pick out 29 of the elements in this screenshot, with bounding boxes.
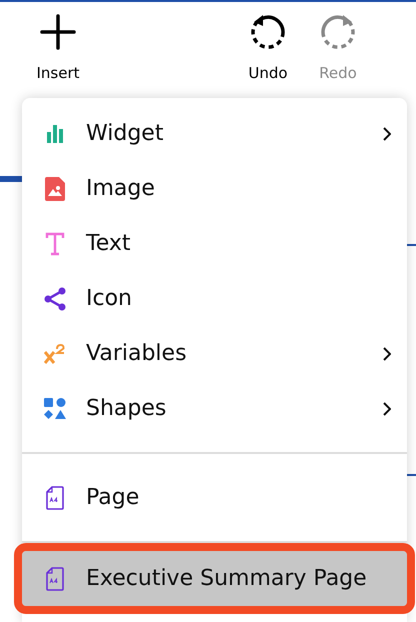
redo-icon <box>320 14 356 50</box>
menu-label: Text <box>86 230 132 258</box>
plus-icon <box>40 14 76 50</box>
menu-label: Variables <box>86 340 188 368</box>
menu-item[interactable]: Text <box>22 216 407 271</box>
menu-item[interactable]: Executive Summary Page <box>22 551 407 606</box>
menu-item[interactable]: Widget <box>22 106 407 161</box>
menu-label: Executive Summary Page <box>86 565 368 593</box>
text-icon <box>45 232 65 256</box>
menu-item[interactable]: Image <box>22 161 407 216</box>
bar-chart-icon <box>45 124 65 144</box>
menu-label: Shapes <box>86 395 168 423</box>
menu-label: Image <box>86 175 156 203</box>
menu-item[interactable]: Page <box>22 470 407 525</box>
share-icon <box>43 286 67 310</box>
image-icon <box>45 176 65 200</box>
superscript-icon <box>44 344 66 364</box>
menu-label: Page <box>86 484 140 512</box>
tab-underline <box>0 176 24 182</box>
insert-button[interactable]: Insert <box>20 14 96 84</box>
undo-icon <box>250 14 286 50</box>
menu-item[interactable]: Icon <box>22 271 407 326</box>
page-icon <box>46 566 64 590</box>
shapes-icon <box>44 398 66 420</box>
page-icon <box>46 486 64 510</box>
menu-item[interactable]: Variables <box>22 326 407 381</box>
menu-label: Icon <box>86 285 133 313</box>
menu-label: Widget <box>86 120 164 148</box>
menu-item[interactable]: Shapes <box>22 381 407 436</box>
